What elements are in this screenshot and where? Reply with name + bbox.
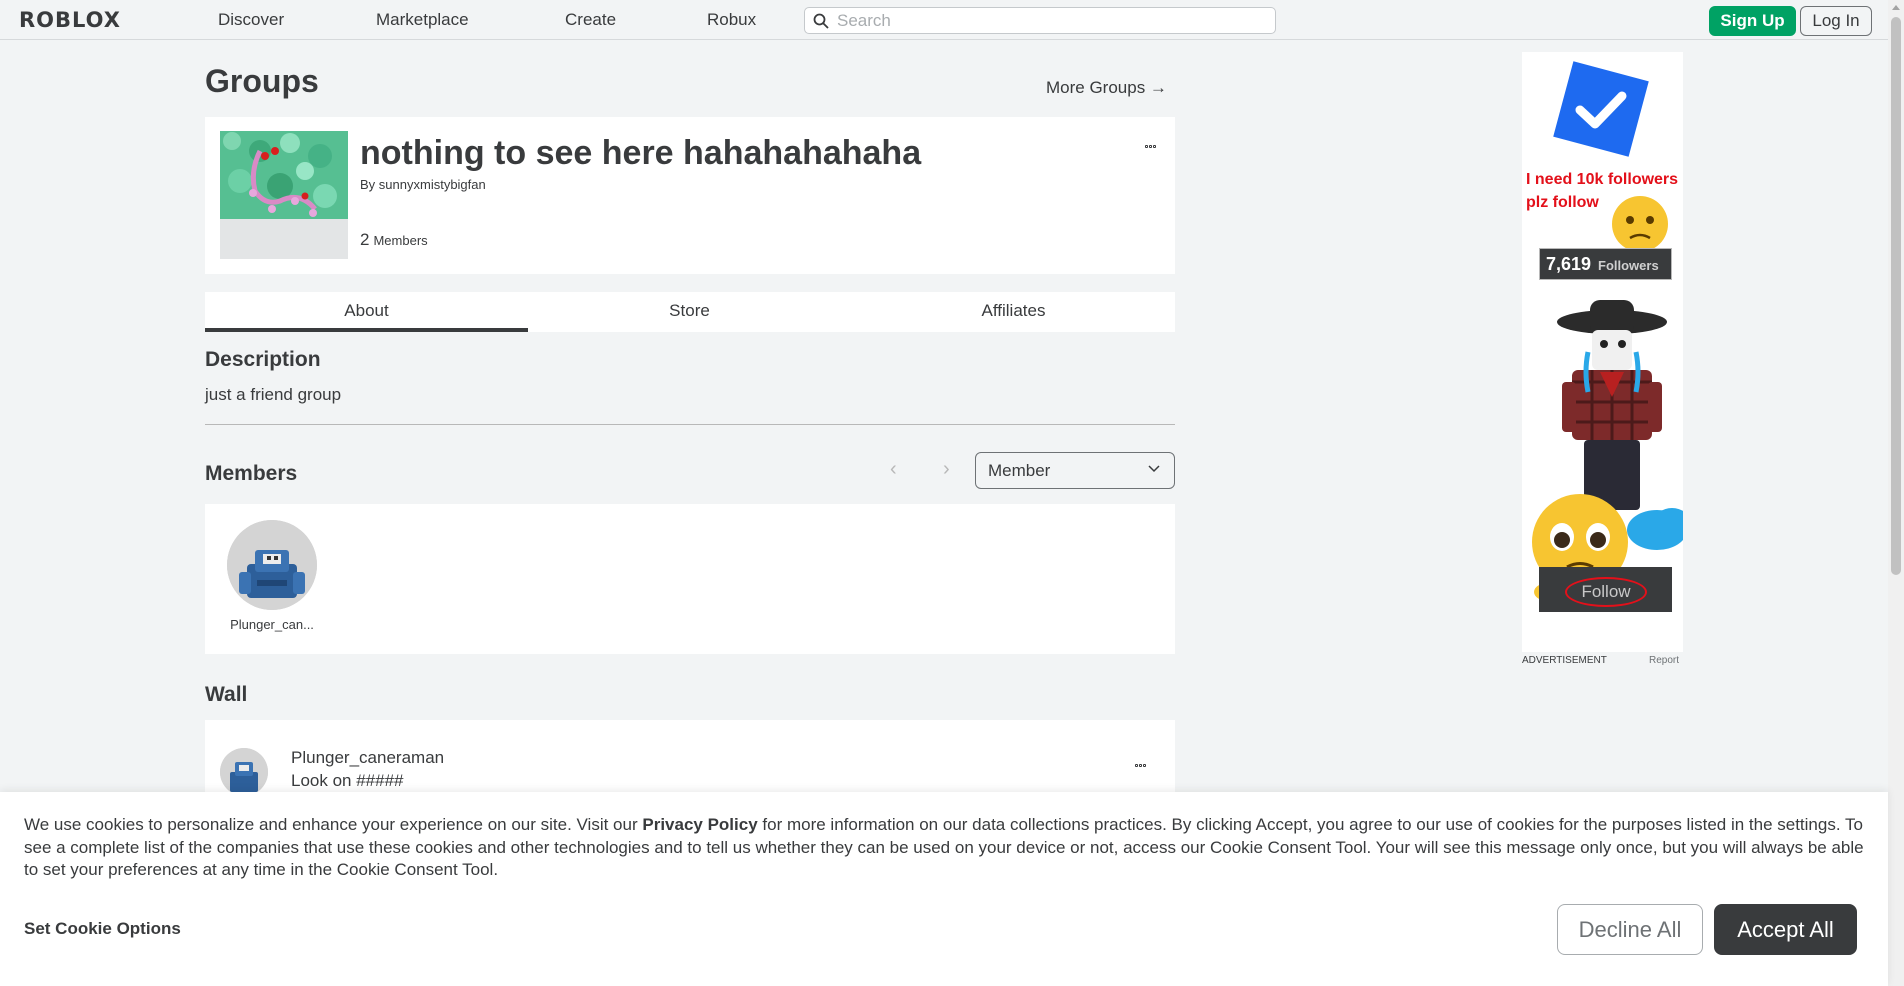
verified-badge-icon — [1532, 61, 1683, 602]
ad-text: I need 10k followers plz follow — [1526, 168, 1678, 214]
description-heading: Description — [205, 348, 321, 371]
section-divider — [205, 424, 1175, 425]
advertisement-label: ADVERTISEMENT — [1522, 655, 1607, 666]
page-title: Groups — [205, 63, 319, 99]
tab-store[interactable]: Store — [528, 292, 851, 332]
members-next-page-icon[interactable]: › — [943, 458, 950, 481]
wall-post-username[interactable]: Plunger_caneraman — [291, 748, 444, 768]
member-username[interactable]: Plunger_can... — [219, 617, 325, 632]
log-in-button[interactable]: Log In — [1800, 6, 1872, 36]
chevron-down-icon — [1148, 465, 1160, 473]
nav-link-marketplace[interactable]: Marketplace — [376, 10, 469, 30]
cookie-consent-banner: We use cookies to personalize and enhanc… — [0, 792, 1888, 986]
ad-report-link[interactable]: Report — [1649, 655, 1679, 666]
wall-heading: Wall — [205, 683, 248, 706]
scroll-up-arrow-icon[interactable] — [1892, 5, 1900, 10]
ad-followers-box: 7,619 Followers — [1539, 248, 1672, 280]
search-bar[interactable] — [804, 7, 1276, 34]
tab-affiliates[interactable]: Affiliates — [852, 292, 1175, 332]
top-navigation-bar: ROBLOX Discover Marketplace Create Robux… — [0, 0, 1888, 40]
wall-post-message: Look on ##### — [291, 771, 404, 790]
ad-text-line1: I need 10k followers — [1526, 171, 1679, 188]
group-by-label: By — [360, 177, 376, 192]
advertisement-banner[interactable]: I need 10k followers plz follow 7,619 Fo… — [1522, 52, 1683, 652]
member-count-number: 2 — [360, 230, 370, 249]
roblox-logo[interactable]: ROBLOX — [19, 8, 121, 32]
members-prev-page-icon[interactable]: ‹ — [890, 458, 897, 481]
accept-all-button[interactable]: Accept All — [1714, 904, 1857, 955]
members-heading: Members — [205, 462, 298, 485]
members-list: Plunger_can... — [205, 504, 1175, 654]
privacy-policy-link[interactable]: Privacy Policy — [642, 815, 757, 834]
cookie-consent-text: We use cookies to personalize and enhanc… — [24, 814, 1864, 882]
tab-about[interactable]: About — [205, 292, 528, 332]
group-member-count: 2 Members — [360, 230, 428, 250]
group-options-more-icon[interactable] — [1145, 135, 1157, 153]
scrollbar-thumb[interactable] — [1891, 17, 1901, 575]
group-tabs: About Store Affiliates — [205, 292, 1175, 332]
ad-follow-area: Follow — [1539, 567, 1672, 612]
wall-post-avatar[interactable] — [220, 748, 268, 796]
ad-followers-label: Followers — [1598, 258, 1659, 273]
group-owner-line: By sunnyxmistybigfan — [360, 177, 486, 192]
group-owner-link[interactable]: sunnyxmistybigfan — [379, 177, 486, 192]
sign-up-button[interactable]: Sign Up — [1709, 6, 1796, 36]
ad-followers-count: 7,619 — [1546, 254, 1592, 274]
more-groups-link[interactable]: More Groups → — [1046, 78, 1167, 98]
search-icon — [813, 13, 829, 29]
role-dropdown-value: Member — [988, 461, 1051, 480]
decline-all-button[interactable]: Decline All — [1557, 904, 1703, 955]
set-cookie-options-link[interactable]: Set Cookie Options — [24, 919, 181, 939]
member-avatar[interactable] — [227, 520, 317, 610]
description-text: just a friend group — [205, 385, 342, 404]
group-name: nothing to see here hahahahahaha — [360, 134, 922, 172]
search-input[interactable] — [837, 10, 1267, 32]
wall-post-more-icon[interactable] — [1135, 754, 1147, 772]
ad-text-line2: plz follow — [1526, 194, 1599, 211]
member-role-dropdown[interactable]: Member — [975, 452, 1175, 489]
cookie-text-part1: We use cookies to personalize and enhanc… — [24, 815, 643, 834]
nav-link-robux[interactable]: Robux — [707, 10, 756, 30]
member-count-label: Members — [373, 233, 428, 248]
group-emblem-image — [220, 131, 348, 259]
nav-link-create[interactable]: Create — [565, 10, 616, 30]
ad-follow-button[interactable]: Follow — [1565, 577, 1647, 607]
nav-link-discover[interactable]: Discover — [218, 10, 284, 30]
group-header-card: nothing to see here hahahahahaha By sunn… — [205, 117, 1175, 274]
